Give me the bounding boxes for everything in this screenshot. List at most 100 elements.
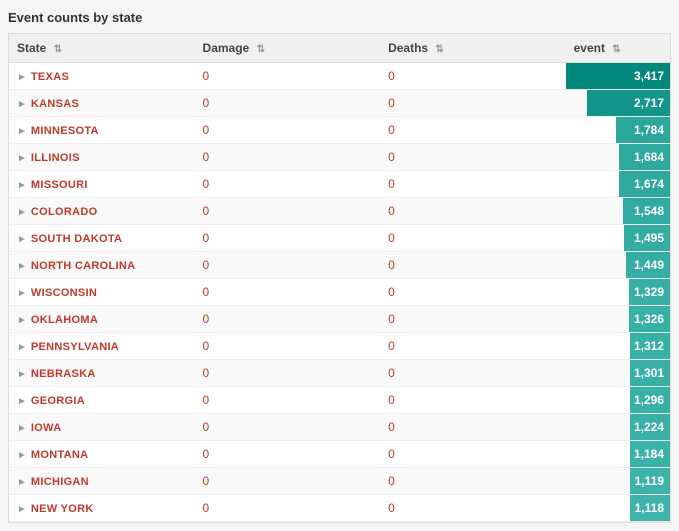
cell-deaths: 0: [380, 333, 566, 360]
table-row[interactable]: ►WISCONSIN00 1,329: [9, 279, 670, 306]
expand-icon[interactable]: ►: [17, 261, 27, 272]
cell-event: 1,118: [566, 495, 670, 522]
cell-damage: 0: [195, 414, 381, 441]
event-bar: 1,224: [630, 414, 670, 440]
expand-icon[interactable]: ►: [17, 396, 27, 407]
table-row[interactable]: ►MICHIGAN00 1,119: [9, 468, 670, 495]
col-header-damage[interactable]: Damage ⇅: [195, 34, 381, 63]
table-row[interactable]: ►ILLINOIS00 1,684: [9, 144, 670, 171]
expand-icon[interactable]: ►: [17, 126, 27, 137]
expand-icon[interactable]: ►: [17, 504, 27, 515]
table-row[interactable]: ►MONTANA00 1,184: [9, 441, 670, 468]
table-row[interactable]: ►TEXAS00 3,417: [9, 63, 670, 90]
event-value: 2,717: [634, 96, 664, 110]
expand-icon[interactable]: ►: [17, 99, 27, 110]
state-name: PENNSYLVANIA: [31, 341, 119, 353]
cell-deaths: 0: [380, 225, 566, 252]
event-bar-container: 1,674: [566, 171, 670, 197]
table-header-row: State ⇅ Damage ⇅ Deaths ⇅ event ⇅: [9, 34, 670, 63]
cell-damage: 0: [195, 279, 381, 306]
cell-state: ► SOUTH DAKOTA: [9, 225, 195, 252]
cell-deaths: 0: [380, 252, 566, 279]
sort-icon-deaths: ⇅: [435, 44, 443, 55]
event-bar: 2,717: [587, 90, 670, 116]
table-row[interactable]: ►GEORGIA00 1,296: [9, 387, 670, 414]
expand-icon[interactable]: ►: [17, 477, 27, 488]
event-bar-container: 1,119: [566, 468, 670, 494]
event-value: 1,119: [635, 474, 664, 488]
cell-damage: 0: [195, 387, 381, 414]
cell-deaths: 0: [380, 117, 566, 144]
table-row[interactable]: ►NEW YORK00 1,118: [9, 495, 670, 522]
expand-icon[interactable]: ►: [17, 207, 27, 218]
cell-deaths: 0: [380, 441, 566, 468]
col-header-state[interactable]: State ⇅: [9, 34, 195, 63]
table-row[interactable]: ►MINNESOTA00 1,784: [9, 117, 670, 144]
cell-damage: 0: [195, 117, 381, 144]
table-row[interactable]: ►IOWA00 1,224: [9, 414, 670, 441]
event-bar-container: 1,184: [566, 441, 670, 467]
event-bar: 1,184: [630, 441, 670, 467]
expand-icon[interactable]: ►: [17, 72, 27, 83]
event-value: 1,548: [634, 204, 664, 218]
event-value: 1,224: [634, 420, 664, 434]
table-row[interactable]: ►MISSOURI00 1,674: [9, 171, 670, 198]
event-bar: 1,684: [619, 144, 670, 170]
cell-state: ►KANSAS: [9, 90, 195, 117]
cell-event: 1,184: [566, 441, 670, 468]
state-name: MINNESOTA: [31, 125, 99, 137]
cell-deaths: 0: [380, 495, 566, 522]
expand-icon[interactable]: ►: [17, 288, 27, 299]
event-bar-container: 1,449: [566, 252, 670, 278]
cell-deaths: 0: [380, 90, 566, 117]
data-table: State ⇅ Damage ⇅ Deaths ⇅ event ⇅ ►TEXAS…: [9, 34, 670, 522]
expand-icon[interactable]: ►: [17, 234, 27, 245]
table-row[interactable]: ►KANSAS00 2,717: [9, 90, 670, 117]
expand-icon[interactable]: ►: [17, 342, 27, 353]
event-bar-container: 1,329: [566, 279, 670, 305]
event-bar: 1,449: [626, 252, 670, 278]
expand-icon[interactable]: ►: [17, 369, 27, 380]
event-bar: 1,674: [619, 171, 670, 197]
event-value: 1,495: [634, 231, 664, 245]
col-header-event[interactable]: event ⇅: [566, 34, 670, 63]
cell-state: ►GEORGIA: [9, 387, 195, 414]
table-row[interactable]: ►SOUTH DAKOTA00 1,495: [9, 225, 670, 252]
state-name: SOUTH DAKOTA: [31, 233, 122, 245]
expand-icon[interactable]: ►: [17, 180, 27, 191]
expand-icon[interactable]: ►: [17, 153, 27, 164]
state-name: MONTANA: [31, 449, 89, 461]
table-row[interactable]: ►NEBRASKA00 1,301: [9, 360, 670, 387]
table-row[interactable]: ► PENNSYLVANIA 00 1,312: [9, 333, 670, 360]
event-value: 1,674: [634, 177, 664, 191]
cell-state: ►ILLINOIS: [9, 144, 195, 171]
cell-event: 1,296: [566, 387, 670, 414]
event-value: 1,301: [634, 366, 664, 380]
expand-icon[interactable]: ►: [17, 450, 27, 461]
event-bar: 1,296: [630, 387, 670, 413]
expand-icon[interactable]: ►: [17, 315, 27, 326]
event-value: 1,296: [634, 393, 664, 407]
cell-deaths: 0: [380, 63, 566, 90]
cell-event: 1,674: [566, 171, 670, 198]
col-header-deaths[interactable]: Deaths ⇅: [380, 34, 566, 63]
state-name: OKLAHOMA: [31, 314, 98, 326]
table-body: ►TEXAS00 3,417 ►KANSAS00 2,717 ►MINNESOT…: [9, 63, 670, 522]
cell-state: ►IOWA: [9, 414, 195, 441]
event-bar: 1,548: [623, 198, 670, 224]
cell-deaths: 0: [380, 171, 566, 198]
table-row[interactable]: ►OKLAHOMA00 1,326: [9, 306, 670, 333]
cell-event: 1,224: [566, 414, 670, 441]
event-value: 1,449: [634, 258, 664, 272]
cell-state: ►COLORADO: [9, 198, 195, 225]
cell-state: ►WISCONSIN: [9, 279, 195, 306]
event-bar-container: 1,548: [566, 198, 670, 224]
event-bar-container: 2,717: [566, 90, 670, 116]
expand-icon[interactable]: ►: [17, 423, 27, 434]
cell-damage: 0: [195, 171, 381, 198]
table-row[interactable]: ►NORTH CAROLINA00 1,449: [9, 252, 670, 279]
event-bar-container: 1,312: [566, 333, 670, 359]
cell-damage: 0: [195, 333, 381, 360]
table-row[interactable]: ►COLORADO00 1,548: [9, 198, 670, 225]
state-name: NORTH CAROLINA: [31, 260, 135, 272]
